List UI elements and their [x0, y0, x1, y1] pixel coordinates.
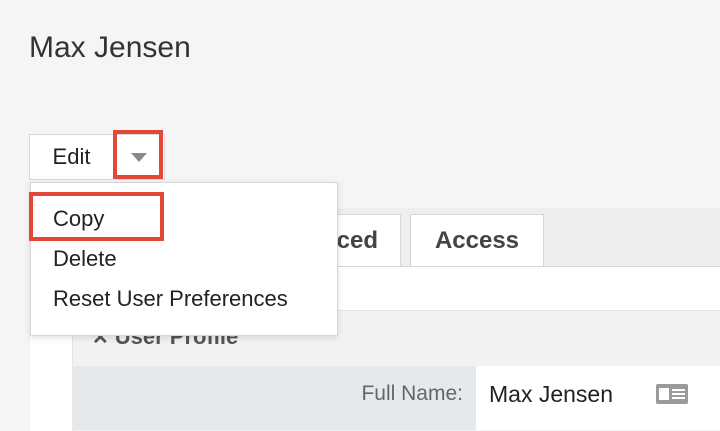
tab-label: Access: [434, 226, 520, 254]
chevron-down-icon: [131, 152, 147, 162]
menu-item-reset-user-preferences[interactable]: Reset User Preferences: [31, 279, 337, 319]
actions-dropdown-toggle[interactable]: [113, 134, 165, 180]
field-label-full-name: Full Name:: [361, 382, 463, 405]
edit-button-group: Edit: [29, 134, 165, 180]
field-value-full-name: Max Jensen: [489, 381, 614, 407]
page-title: Max Jensen: [29, 31, 191, 64]
id-card-icon[interactable]: [656, 384, 688, 404]
actions-dropdown-menu: Copy Delete Reset User Preferences: [30, 182, 338, 336]
menu-item-delete[interactable]: Delete: [31, 239, 337, 279]
edit-button[interactable]: Edit: [29, 134, 113, 180]
tab-label: ced: [336, 226, 378, 254]
menu-item-copy[interactable]: Copy: [31, 199, 337, 239]
tab-access[interactable]: Access: [410, 214, 544, 266]
